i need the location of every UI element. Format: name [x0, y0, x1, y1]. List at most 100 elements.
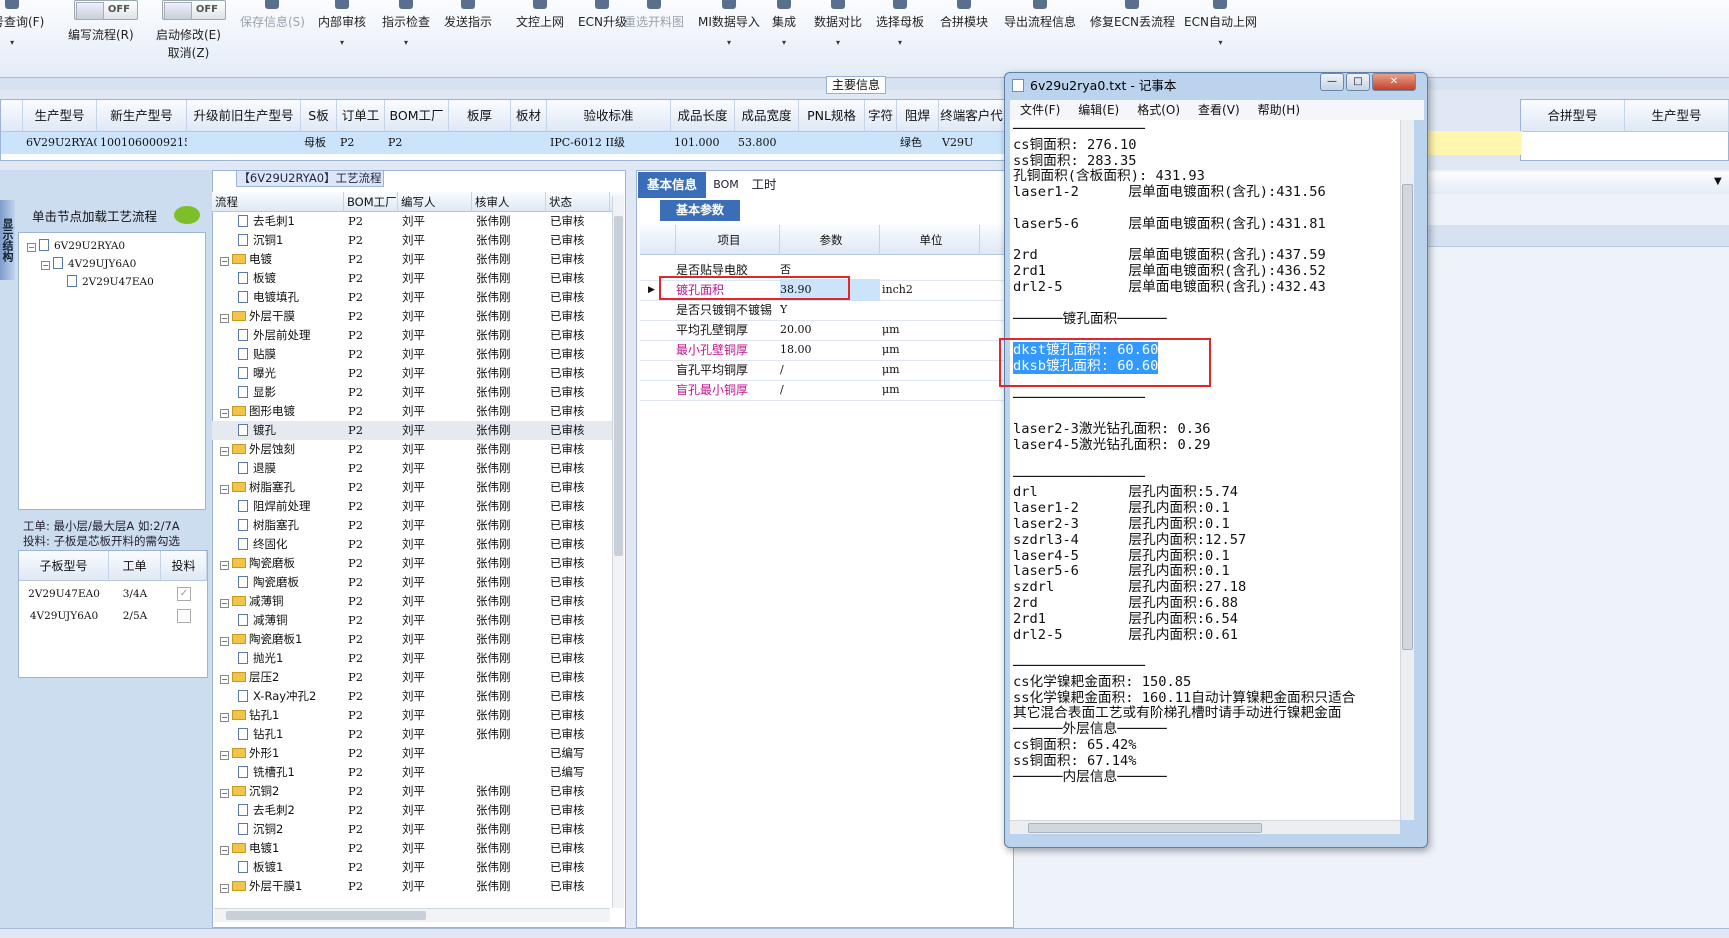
- toolbar-button-12[interactable]: 数据对比 ▾: [814, 0, 862, 64]
- collapse-icon[interactable]: −: [220, 713, 229, 722]
- process-row[interactable]: 贴膜 P2 刘平 张伟刚 已审核: [212, 345, 612, 364]
- tree-node-child[interactable]: −4V29UJY6A0: [41, 257, 136, 270]
- chevron-down-icon[interactable]: ▾: [814, 38, 862, 47]
- process-row[interactable]: − 陶瓷磨板 P2 刘平 张伟刚 已审核: [212, 554, 612, 573]
- info-cell[interactable]: 母板: [301, 132, 337, 154]
- info-cell[interactable]: [449, 132, 511, 154]
- process-row[interactable]: − 电镀1 P2 刘平 张伟刚 已审核: [212, 839, 612, 858]
- menu-view[interactable]: 查看(V): [1198, 103, 1240, 117]
- toolbar-button-8[interactable]: ECN升级: [578, 0, 627, 64]
- toolbar-button-9[interactable]: 重选开料图: [624, 0, 684, 64]
- param-value[interactable]: Y: [780, 299, 787, 321]
- process-row[interactable]: 终固化 P2 刘平 张伟刚 已审核: [212, 535, 612, 554]
- param-value[interactable]: /: [780, 359, 784, 381]
- process-row[interactable]: − 图形电镀 P2 刘平 张伟刚 已审核: [212, 402, 612, 421]
- process-row[interactable]: 外层前处理 P2 刘平 张伟刚 已审核: [212, 326, 612, 345]
- toolbar-button-6[interactable]: 发送指示: [444, 0, 492, 64]
- toolbar-button-4[interactable]: 内部审核 ▾: [318, 0, 366, 64]
- menu-format[interactable]: 格式(O): [1137, 103, 1180, 117]
- process-row[interactable]: 阻焊前处理 P2 刘平 张伟刚 已审核: [212, 497, 612, 516]
- info-cell[interactable]: V29U: [939, 132, 1005, 154]
- toolbar-button-7[interactable]: 文控上网: [516, 0, 564, 64]
- collapse-icon[interactable]: −: [220, 789, 229, 798]
- param-row[interactable]: 最小孔壁铜厚 18.00 μm: [640, 339, 1014, 361]
- info-cell[interactable]: P2: [385, 132, 449, 154]
- chevron-down-icon[interactable]: ▾: [772, 38, 796, 47]
- subboard-model[interactable]: 2V29U47EA0: [19, 583, 109, 605]
- toggle-switch[interactable]: OFF: [74, 0, 138, 20]
- process-row[interactable]: − 电镀 P2 刘平 张伟刚 已审核: [212, 250, 612, 269]
- toolbar-button-0[interactable]: 型号查询(F) ▾: [0, 0, 44, 64]
- subtab-basic-params[interactable]: 基本参数: [660, 200, 740, 221]
- process-row[interactable]: 电镀填孔 P2 刘平 张伟刚 已审核: [212, 288, 612, 307]
- process-row[interactable]: 曝光 P2 刘平 张伟刚 已审核: [212, 364, 612, 383]
- process-row[interactable]: − 外形1 P2 刘平 已编写: [212, 744, 612, 763]
- process-row[interactable]: 去毛刺2 P2 刘平 张伟刚 已审核: [212, 801, 612, 820]
- collapse-icon[interactable]: −: [220, 884, 229, 893]
- tree-node-leaf[interactable]: 2V29U47EA0: [67, 275, 154, 288]
- chevron-down-icon[interactable]: ▾: [318, 38, 366, 47]
- chevron-down-icon[interactable]: ▾: [698, 38, 760, 47]
- feed-checkbox[interactable]: [177, 609, 191, 623]
- collapse-icon[interactable]: −: [220, 846, 229, 855]
- process-row[interactable]: 钻孔1 P2 刘平 张伟刚 已审核: [212, 725, 612, 744]
- toolbar-button-2[interactable]: OFF 启动修改(E) 取消(Z): [156, 0, 226, 64]
- process-row[interactable]: 显影 P2 刘平 张伟刚 已审核: [212, 383, 612, 402]
- toolbar-button-10[interactable]: MI数据导入 ▾: [698, 0, 760, 64]
- process-row[interactable]: 退膜 P2 刘平 张伟刚 已审核: [212, 459, 612, 478]
- toolbar-button-1[interactable]: OFF 编写流程(R): [68, 0, 138, 64]
- toolbar-button-17[interactable]: ECN自动上网 ▾: [1184, 0, 1257, 64]
- info-cell[interactable]: [187, 132, 301, 154]
- row-selector[interactable]: [1, 132, 23, 154]
- process-row[interactable]: − 外层干膜 P2 刘平 张伟刚 已审核: [212, 307, 612, 326]
- toolbar-label-cancel[interactable]: 取消(Z): [156, 44, 221, 61]
- process-row[interactable]: 铣槽孔1 P2 刘平 已编写: [212, 763, 612, 782]
- chevron-down-icon[interactable]: ▾: [1184, 38, 1257, 47]
- process-row[interactable]: − 树脂塞孔 P2 刘平 张伟刚 已审核: [212, 478, 612, 497]
- order-value[interactable]: 3/4A: [109, 583, 161, 605]
- process-row[interactable]: 沉铜1 P2 刘平 张伟刚 已审核: [212, 231, 612, 250]
- notepad-text-area[interactable]: ──────────────── cs铜面积: 276.10 ss铜面积: 283.…: [1010, 120, 1414, 820]
- toolbar-button-15[interactable]: 导出流程信息: [1004, 0, 1076, 64]
- process-row[interactable]: − 减薄铜 P2 刘平 张伟刚 已审核: [212, 592, 612, 611]
- notepad-vertical-scrollbar[interactable]: [1400, 120, 1414, 820]
- process-horizontal-scrollbar[interactable]: [214, 908, 610, 922]
- process-row[interactable]: 板镀 P2 刘平 张伟刚 已审核: [212, 269, 612, 288]
- process-row[interactable]: − 外层干膜1 P2 刘平 张伟刚 已审核: [212, 877, 612, 896]
- tab-basic-info[interactable]: 基本信息: [638, 172, 706, 198]
- process-row[interactable]: 板镀1 P2 刘平 张伟刚 已审核: [212, 858, 612, 877]
- process-row[interactable]: − 层压2 P2 刘平 张伟刚 已审核: [212, 668, 612, 687]
- minimize-button[interactable]: —: [1320, 73, 1344, 91]
- close-button[interactable]: ✕: [1372, 73, 1416, 91]
- info-cell[interactable]: 101.000: [671, 132, 735, 154]
- toolbar-button-16[interactable]: 修复ECN丢流程: [1090, 0, 1175, 64]
- param-value[interactable]: 18.00: [780, 339, 812, 361]
- collapse-icon[interactable]: −: [220, 485, 229, 494]
- chevron-down-icon[interactable]: ▾: [876, 38, 924, 47]
- info-cell[interactable]: [799, 132, 865, 154]
- process-row[interactable]: 树脂塞孔 P2 刘平 张伟刚 已审核: [212, 516, 612, 535]
- notepad-horizontal-scrollbar[interactable]: [1010, 820, 1400, 834]
- process-row[interactable]: 抛光1 P2 刘平 张伟刚 已审核: [212, 649, 612, 668]
- subboard-model[interactable]: 4V29UJY6A0: [19, 605, 109, 627]
- toolbar-button-13[interactable]: 选择母板 ▾: [876, 0, 924, 64]
- param-row[interactable]: 盲孔平均铜厚 / μm: [640, 359, 1014, 381]
- collapse-icon[interactable]: −: [220, 599, 229, 608]
- process-row[interactable]: − 外层蚀刻 P2 刘平 张伟刚 已审核: [212, 440, 612, 459]
- tab-hours[interactable]: 工时: [746, 172, 782, 198]
- chevron-down-icon[interactable]: ▾: [0, 38, 44, 47]
- maximize-button[interactable]: □: [1346, 73, 1370, 91]
- collapse-icon[interactable]: −: [220, 561, 229, 570]
- collapse-icon[interactable]: −: [220, 447, 229, 456]
- param-value[interactable]: /: [780, 379, 784, 401]
- chat-bubble-icon[interactable]: [174, 206, 200, 224]
- process-row[interactable]: − 陶瓷磨板1 P2 刘平 张伟刚 已审核: [212, 630, 612, 649]
- menu-help[interactable]: 帮助(H): [1258, 103, 1300, 117]
- param-row[interactable]: 盲孔最小铜厚 / μm: [640, 379, 1014, 401]
- chevron-down-icon[interactable]: ▾: [382, 38, 430, 47]
- process-vertical-scrollbar[interactable]: [612, 196, 624, 908]
- toggle-switch[interactable]: OFF: [162, 0, 226, 20]
- feed-checkbox[interactable]: ✓: [177, 587, 191, 601]
- process-row[interactable]: 镀孔 P2 刘平 张伟刚 已审核: [212, 421, 612, 440]
- collapse-icon[interactable]: −: [220, 637, 229, 646]
